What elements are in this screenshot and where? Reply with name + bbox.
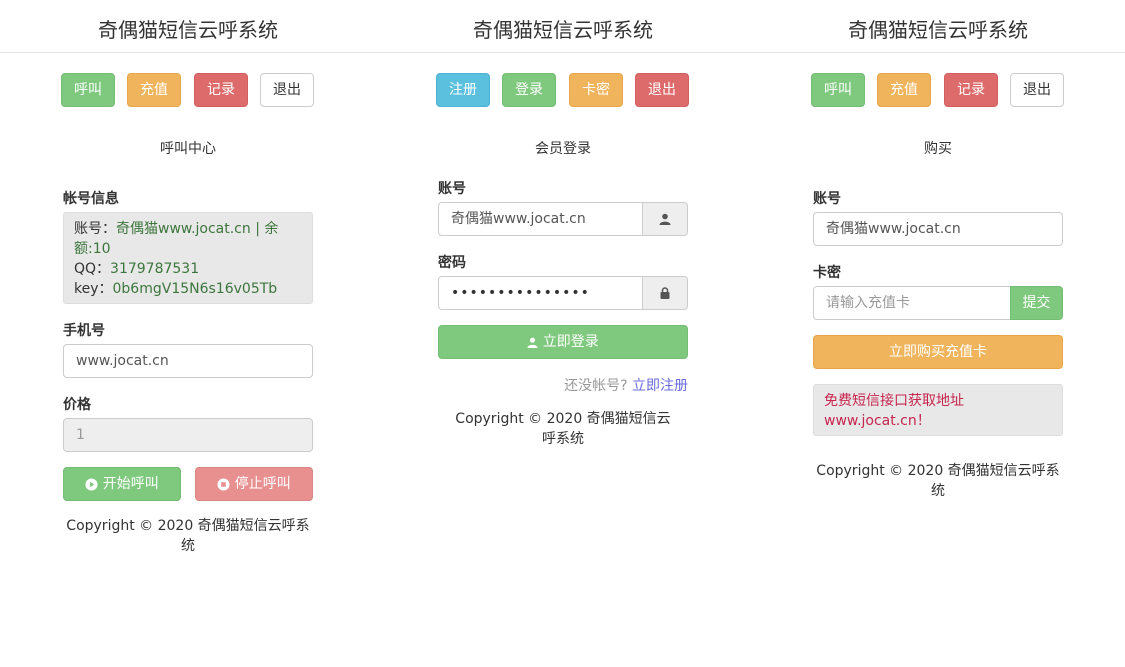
free-api-alert: 免费短信接口获取地址 www.jocat.cn！ bbox=[813, 384, 1063, 436]
copyright-left: Copyright © 2020 奇偶猫短信云呼系 统 bbox=[63, 516, 313, 556]
logout-button[interactable]: 退出 bbox=[260, 73, 314, 107]
record-button[interactable]: 记录 bbox=[194, 73, 248, 107]
no-account-text: 还没帐号? bbox=[564, 378, 628, 394]
app-title-left: 奇偶猫短信云呼系统 bbox=[98, 18, 278, 42]
password-label: 密码 bbox=[438, 255, 466, 271]
section-title-member-login: 会员登录 bbox=[535, 141, 591, 157]
account-value: 奇偶猫www.jocat.cn bbox=[116, 221, 251, 237]
alert-line2[interactable]: www.jocat.cn！ bbox=[824, 411, 1052, 431]
section-title-purchase: 购买 bbox=[924, 141, 952, 157]
user-addon bbox=[642, 202, 688, 236]
card-button[interactable]: 卡密 bbox=[569, 73, 623, 107]
login-submit-button[interactable]: 立即登录 bbox=[438, 325, 688, 359]
app-title-middle: 奇偶猫短信云呼系统 bbox=[473, 18, 653, 42]
logout-button-right[interactable]: 退出 bbox=[1010, 73, 1064, 107]
account-input-middle[interactable]: 奇偶猫www.jocat.cn bbox=[438, 202, 643, 236]
copyright-middle-line2: 呼系统 bbox=[542, 431, 584, 447]
alert-line1: 免费短信接口获取地址 bbox=[824, 393, 964, 409]
record-button-right[interactable]: 记录 bbox=[944, 73, 998, 107]
login-submit-label: 立即登录 bbox=[542, 334, 599, 350]
copyright-middle-line1: Copyright © 2020 奇偶猫短信云 bbox=[455, 411, 671, 427]
user-icon bbox=[527, 337, 538, 348]
account-info-box: 账号：奇偶猫www.jocat.cn | 余 额:10 QQ：317978753… bbox=[63, 212, 313, 304]
card-label: 卡密 bbox=[813, 265, 841, 281]
login-nav-button[interactable]: 登录 bbox=[502, 73, 556, 107]
key-value: 0b6mgV15N6s16v05Tb bbox=[112, 281, 278, 297]
lock-addon bbox=[642, 276, 688, 310]
phone-label: 手机号 bbox=[63, 323, 105, 339]
phone-input[interactable]: www.jocat.cn bbox=[63, 344, 313, 378]
key-line: key：0b6mgV15N6s16v05Tb bbox=[74, 279, 302, 299]
user-icon bbox=[659, 213, 671, 225]
copyright-left-line2: 统 bbox=[181, 538, 195, 554]
account-info-label: 帐号信息 bbox=[63, 191, 119, 207]
stop-call-label: 停止呼叫 bbox=[234, 476, 291, 492]
recharge-button-right[interactable]: 充值 bbox=[877, 73, 931, 107]
buy-card-button[interactable]: 立即购买充值卡 bbox=[813, 335, 1063, 369]
register-link[interactable]: 立即注册 bbox=[632, 378, 688, 394]
stop-circle-icon bbox=[217, 477, 230, 491]
register-prompt: 还没帐号? 立即注册 bbox=[438, 375, 688, 395]
balance-prefix: | 余 bbox=[250, 221, 279, 237]
account-line: 账号：奇偶猫www.jocat.cn | 余 bbox=[74, 219, 302, 239]
card-input[interactable]: 请输入充值卡 bbox=[813, 286, 1011, 320]
price-input: 1 bbox=[63, 418, 313, 452]
logout-button-middle[interactable]: 退出 bbox=[635, 73, 689, 107]
balance-line: 额:10 bbox=[74, 241, 111, 257]
recharge-button[interactable]: 充值 bbox=[127, 73, 181, 107]
price-label: 价格 bbox=[63, 397, 91, 413]
lock-icon bbox=[660, 287, 670, 299]
key-key: key： bbox=[74, 281, 113, 297]
password-input[interactable]: ••••••••••••••• bbox=[438, 276, 643, 310]
call-button-right[interactable]: 呼叫 bbox=[811, 73, 865, 107]
app-title-right: 奇偶猫短信云呼系统 bbox=[848, 18, 1028, 42]
qq-line: QQ：3179787531 bbox=[74, 259, 302, 279]
play-circle-icon bbox=[85, 477, 98, 491]
call-button[interactable]: 呼叫 bbox=[61, 73, 115, 107]
qq-value: 3179787531 bbox=[110, 261, 200, 277]
start-call-label: 开始呼叫 bbox=[102, 476, 159, 492]
stop-call-button[interactable]: 停止呼叫 bbox=[195, 467, 313, 501]
account-key: 账号： bbox=[74, 221, 116, 237]
account-input-right[interactable]: 奇偶猫www.jocat.cn bbox=[813, 212, 1063, 246]
account-label-right: 账号 bbox=[813, 191, 841, 207]
submit-card-button[interactable]: 提交 bbox=[1010, 286, 1063, 320]
copyright-middle: Copyright © 2020 奇偶猫短信云 呼系统 bbox=[438, 409, 688, 449]
register-button[interactable]: 注册 bbox=[436, 73, 490, 107]
copyright-right: Copyright © 2020 奇偶猫短信云呼系统 bbox=[816, 463, 1060, 499]
qq-key: QQ： bbox=[74, 261, 111, 277]
start-call-button[interactable]: 开始呼叫 bbox=[63, 467, 181, 501]
section-title-call-center: 呼叫中心 bbox=[160, 141, 216, 157]
copyright-left-line1: Copyright © 2020 奇偶猫短信云呼系 bbox=[66, 518, 310, 534]
account-label-middle: 账号 bbox=[438, 181, 466, 197]
